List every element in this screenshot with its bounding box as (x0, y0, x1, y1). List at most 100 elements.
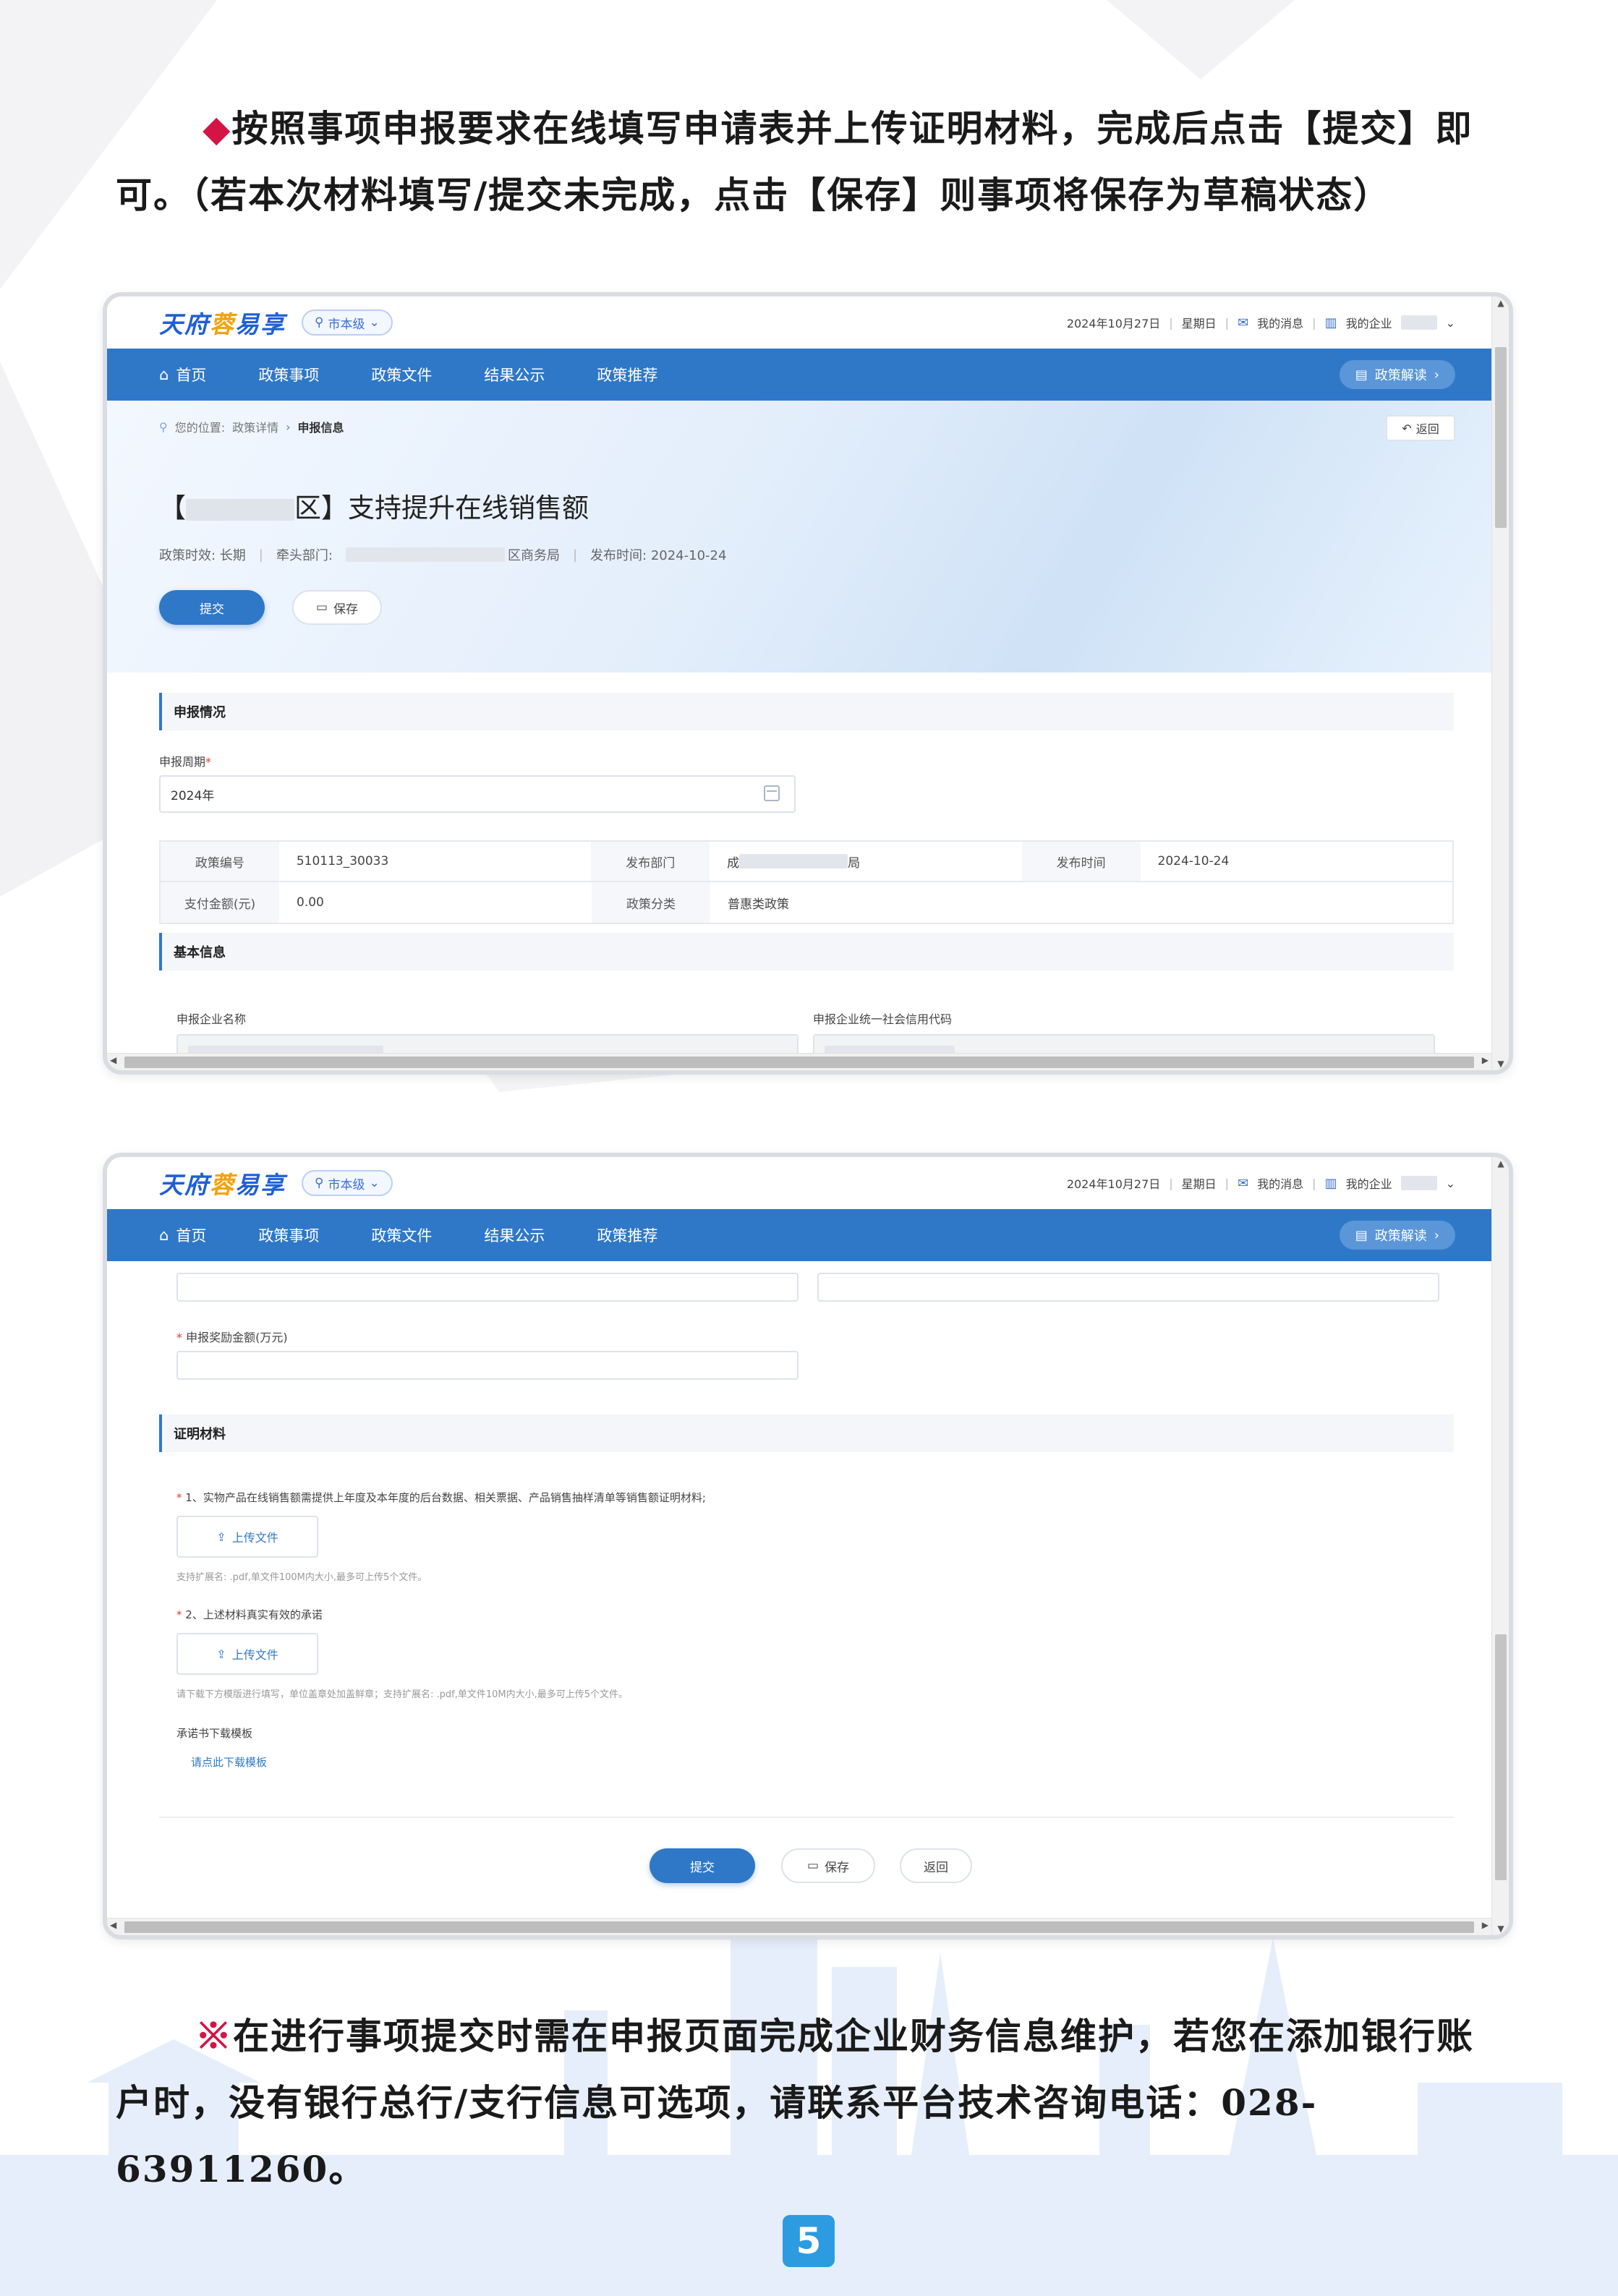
my-messages-link[interactable]: 我的消息 (1257, 1174, 1303, 1192)
home-icon: ⌂ (159, 1226, 169, 1244)
nav-policy-items[interactable]: 政策事项 (258, 1224, 319, 1246)
top-bar: 天府蓉易享 ⚲ 市本级 ⌄ 2024年10月27日 | 星期日 | ✉ 我的消息 | ▥ 我的… (107, 296, 1491, 349)
nav-home[interactable]: ⌂ 首页 (159, 364, 206, 385)
policy-info-table: 政策编号 510113_30033 发布部门 成局 发布时间 2024-10-2… (159, 840, 1454, 924)
my-company-link[interactable]: 我的企业 (1346, 314, 1392, 331)
top-bar: 天府蓉易享 ⚲ 市本级 ⌄ 2024年10月27日 | 星期日 | ✉ 我的消息 | ▥ 我的… (107, 1157, 1491, 1209)
table-row: 支付金额(元) 0.00 政策分类 普惠类政策 (161, 882, 1452, 923)
upload-icon: ⇪ (216, 1529, 226, 1544)
chevron-down-icon[interactable]: ⌄ (1446, 1177, 1455, 1190)
submit-button[interactable]: 提交 (159, 590, 265, 625)
upload-button-1[interactable]: ⇪ 上传文件 (176, 1516, 318, 1558)
section-basic-info: 基本信息 (159, 933, 1454, 970)
section-apply-status: 申报情况 (159, 693, 1454, 730)
upload-hint-1: 支持扩展名: .pdf,单文件100M内大小,最多可上传5个文件。 (176, 1572, 427, 1583)
vertical-scrollbar[interactable]: ▲ ▼ (1491, 296, 1509, 1070)
nav-recommend[interactable]: 政策推荐 (597, 1224, 657, 1246)
save-icon: ▭ (315, 600, 328, 615)
section-proof-materials: 证明材料 (159, 1414, 1454, 1452)
company-name-label: 申报企业名称 (176, 1012, 247, 1026)
policy-interpret-button[interactable]: ▤ 政策解读 › (1339, 1221, 1455, 1250)
region-selector[interactable]: ⚲ 市本级 ⌄ (302, 310, 393, 336)
location-icon: ⚲ (159, 419, 168, 434)
credit-code-label: 申报企业统一社会信用代码 (813, 1012, 953, 1026)
reward-amount-label: * 申报奖励金额(万元) (176, 1331, 288, 1344)
main-nav: ⌂ 首页 政策事项 政策文件 结果公示 政策推荐 ▤ 政策解读 › (107, 1209, 1491, 1261)
chevron-right-icon: › (1434, 1227, 1439, 1243)
chevron-right-icon: › (1434, 367, 1439, 383)
divider (159, 1817, 1454, 1818)
requirement-2: * 2、上述材料真实有效的承诺 (176, 1608, 323, 1621)
download-template-link[interactable]: 请点此下载模板 (191, 1754, 267, 1770)
note-mark: ※ (195, 2015, 233, 2057)
save-icon: ▭ (806, 1858, 819, 1873)
breadcrumb-policy-detail[interactable]: 政策详情 (232, 418, 278, 435)
building-icon: ▥ (1324, 1175, 1337, 1191)
template-label: 承诺书下载模板 (176, 1727, 253, 1740)
screenshot-apply-top: 天府蓉易享 ⚲ 市本级 ⌄ 2024年10月27日 | 星期日 | ✉ 我的消息 | ▥ 我的… (103, 292, 1513, 1075)
horizontal-scrollbar[interactable]: ◀ ▶ (107, 1918, 1491, 1935)
calendar-icon (764, 785, 780, 801)
diamond-bullet-icon: ◆ (203, 107, 232, 150)
building-icon: ▥ (1324, 315, 1337, 330)
weekday-text: 星期日 (1181, 1177, 1217, 1191)
user-name-redacted (1400, 1176, 1437, 1190)
breadcrumb-current: 申报信息 (297, 421, 344, 435)
policy-meta: 政策时效: 长期 | 牵头部门: 区商务局 | 发布时间: 2024-10-24 (159, 547, 727, 564)
nav-policy-files[interactable]: 政策文件 (371, 1224, 432, 1246)
vertical-scrollbar[interactable]: ▲ ▼ (1491, 1157, 1509, 1935)
top-right-info: 2024年10月27日 | 星期日 | ✉ 我的消息 | ▥ 我的企业 ⌄ (1066, 314, 1455, 331)
my-company-link[interactable]: 我的企业 (1346, 1174, 1392, 1192)
chevron-down-icon: ⌄ (369, 1176, 380, 1190)
requirement-1: * 1、实物产品在线销售额需提供上年度及本年度的后台数据、相关票据、产品销售抽样… (176, 1491, 706, 1504)
top-right-info: 2024年10月27日 | 星期日 | ✉ 我的消息 | ▥ 我的企业 ⌄ (1066, 1174, 1455, 1192)
save-button[interactable]: ▭ 保存 (292, 590, 382, 625)
book-icon: ▤ (1355, 1227, 1368, 1243)
period-label: 申报周期* (159, 755, 212, 769)
nav-policy-items[interactable]: 政策事项 (258, 364, 319, 385)
reward-amount-field[interactable] (176, 1351, 799, 1380)
redacted-dept (345, 547, 505, 562)
upload-button-2[interactable]: ⇪ 上传文件 (176, 1633, 318, 1675)
period-field[interactable]: 2024年 (159, 775, 796, 813)
instruction-paragraph: ◆按照事项申报要求在线填写申请表并上传证明材料，完成后点击【提交】即可。（若本次… (116, 107, 1473, 216)
horizontal-scrollbar[interactable]: ◀ ▶ (107, 1053, 1491, 1070)
weekday-text: 星期日 (1181, 317, 1217, 330)
policy-header: ⚲ 您的位置: 政策详情 › 申报信息 ↶ 返回 【区】支持提升在线销售额 政策时… (107, 401, 1491, 673)
nav-results[interactable]: 结果公示 (484, 364, 545, 385)
chevron-down-icon: ⌄ (369, 315, 380, 330)
back-button[interactable]: 返回 (900, 1848, 972, 1883)
upload-icon: ⇪ (216, 1647, 226, 1661)
main-nav: ⌂ 首页 政策事项 政策文件 结果公示 政策推荐 ▤ 政策解读 › (107, 349, 1491, 401)
back-arrow-icon: ↶ (1402, 421, 1412, 435)
location-icon: ⚲ (315, 1176, 324, 1190)
nav-recommend[interactable]: 政策推荐 (597, 364, 657, 385)
upload-hint-2: 请下载下方模版进行填写，单位盖章处加盖鲜章；支持扩展名: .pdf,单文件10M… (176, 1689, 629, 1700)
table-row: 政策编号 510113_30033 发布部门 成局 发布时间 2024-10-2… (161, 842, 1452, 882)
text-field[interactable] (817, 1273, 1439, 1302)
book-icon: ▤ (1355, 367, 1368, 383)
back-button[interactable]: ↶ 返回 (1386, 415, 1455, 441)
nav-home[interactable]: ⌂ 首页 (159, 1224, 206, 1246)
location-icon: ⚲ (315, 315, 324, 330)
chevron-down-icon[interactable]: ⌄ (1446, 316, 1455, 330)
nav-policy-files[interactable]: 政策文件 (371, 364, 432, 385)
message-icon: ✉ (1238, 1175, 1249, 1191)
nav-results[interactable]: 结果公示 (484, 1224, 545, 1246)
site-logo[interactable]: 天府蓉易享 (159, 305, 286, 340)
redacted-region (186, 498, 294, 521)
submit-button[interactable]: 提交 (650, 1848, 755, 1883)
my-messages-link[interactable]: 我的消息 (1257, 314, 1303, 331)
page-number: 5 (783, 2215, 835, 2267)
user-name-redacted (1400, 315, 1437, 330)
date-text: 2024年10月27日 (1066, 1177, 1161, 1191)
policy-interpret-button[interactable]: ▤ 政策解读 › (1339, 360, 1455, 389)
save-button[interactable]: ▭ 保存 (781, 1848, 875, 1883)
message-icon: ✉ (1238, 315, 1249, 330)
text-field[interactable] (176, 1273, 799, 1302)
site-logo[interactable]: 天府蓉易享 (159, 1166, 286, 1200)
screenshot-apply-bottom: 天府蓉易享 ⚲ 市本级 ⌄ 2024年10月27日 | 星期日 | ✉ 我的消息 | ▥ 我的… (103, 1153, 1513, 1939)
region-selector[interactable]: ⚲ 市本级 ⌄ (302, 1170, 393, 1196)
note-paragraph: ※在进行事项提交时需在申报页面完成企业财务信息维护，若您在添加银行账户时，没有银… (116, 2015, 1474, 2190)
home-icon: ⌂ (159, 366, 169, 383)
